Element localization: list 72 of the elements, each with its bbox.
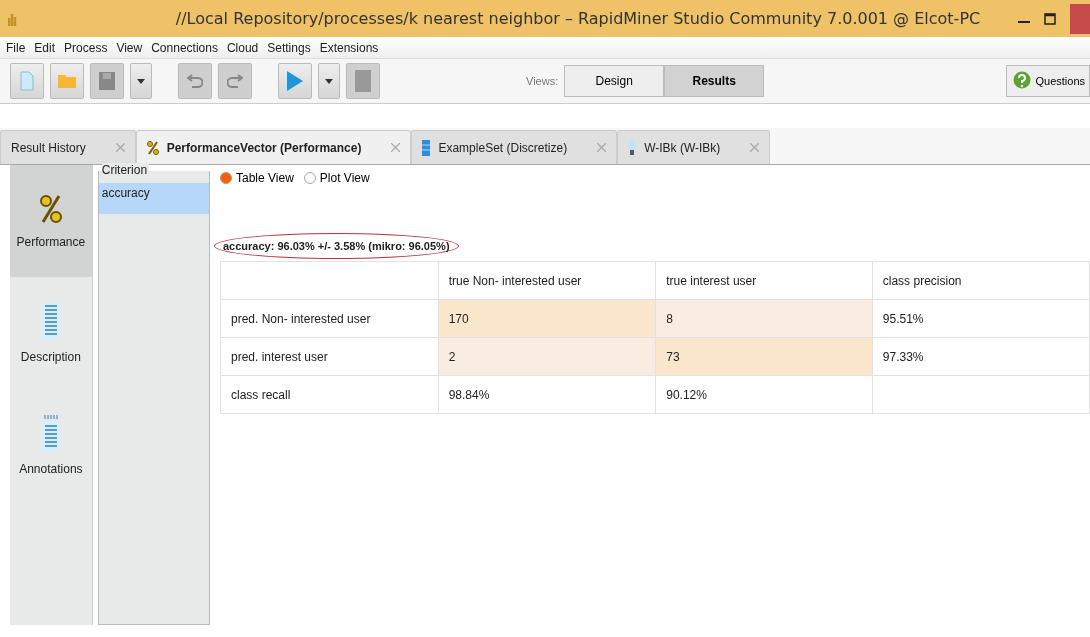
table-cell: 97.33% — [872, 337, 1090, 376]
radio-option[interactable]: Plot View — [303, 171, 370, 185]
close-button[interactable] — [1070, 3, 1090, 34]
tab[interactable]: PerformanceVector (Performance) — [135, 130, 412, 164]
window-title: //Local Repository/processes/k nearest neighbor – RapidMiner Studio Community 7.0.001 @ Elcot-PC — [174, 9, 982, 28]
tab[interactable]: Result History — [0, 130, 136, 164]
table-cell: 73 — [655, 337, 873, 376]
stop-icon — [355, 70, 371, 92]
table-cell: class recall — [220, 375, 439, 414]
column-header: true Non- interested user — [438, 261, 656, 300]
percent-icon — [146, 139, 159, 156]
run-button[interactable] — [278, 63, 312, 99]
percent-icon — [38, 193, 63, 225]
table-cell: 170 — [438, 299, 656, 338]
open-button[interactable] — [50, 63, 84, 99]
table-cell: 2 — [438, 337, 656, 376]
table-cell: pred. Non- interested user — [220, 299, 439, 338]
caret-icon — [137, 78, 145, 84]
list-item[interactable]: accuracy — [98, 183, 209, 214]
sidebar-item[interactable]: Annotations — [10, 389, 92, 501]
notes-icon — [40, 414, 61, 452]
document-icon — [40, 302, 61, 340]
save-button[interactable] — [90, 63, 124, 99]
undo-icon — [187, 74, 203, 88]
folder-icon — [57, 73, 77, 89]
question-icon — [1013, 71, 1032, 91]
menu-item[interactable]: Edit — [34, 40, 56, 55]
table-cell: 8 — [655, 299, 873, 338]
tab[interactable]: W-IBk (W-IBk) — [617, 130, 771, 164]
maximize-icon[interactable] — [1044, 12, 1056, 25]
help-button[interactable]: Questions — [1006, 65, 1090, 97]
view-tab[interactable]: Results — [664, 65, 765, 97]
play-icon — [287, 71, 303, 91]
menu-item[interactable]: Cloud — [226, 40, 259, 55]
tab[interactable]: ExampleSet (Discretize) — [411, 130, 618, 164]
menu-item[interactable]: Settings — [267, 40, 311, 55]
table-cell: 90.12% — [655, 375, 873, 414]
close-icon[interactable] — [391, 143, 401, 152]
redo-button[interactable] — [218, 63, 252, 99]
view-tab[interactable]: Design — [564, 65, 665, 97]
redo-icon — [227, 74, 243, 88]
menu-item[interactable]: View — [116, 40, 143, 55]
sidebar-item[interactable]: Description — [10, 277, 92, 389]
radio-icon[interactable] — [220, 172, 232, 184]
column-header: true interest user — [655, 261, 873, 300]
menu-item[interactable]: Extensions — [319, 40, 379, 55]
menu-item[interactable]: Process — [64, 40, 108, 55]
new-file-button[interactable] — [10, 63, 44, 99]
dropdown-button[interactable] — [318, 63, 340, 99]
lightbulb-icon — [628, 139, 637, 156]
panel-title: Criterion — [101, 163, 150, 177]
stop-button[interactable] — [346, 63, 380, 99]
views-label: Views: — [526, 75, 559, 87]
table-cell: 98.84% — [438, 375, 656, 414]
table-icon — [422, 139, 431, 156]
table-cell: pred. interest user — [220, 337, 439, 376]
menu-item[interactable]: File — [6, 40, 26, 55]
app-icon — [8, 11, 18, 26]
dropdown-button[interactable] — [130, 63, 152, 99]
close-icon[interactable] — [597, 143, 607, 152]
menu-item[interactable]: Connections — [151, 40, 218, 55]
close-icon[interactable] — [750, 143, 760, 152]
caret-icon — [325, 78, 333, 84]
undo-button[interactable] — [178, 63, 212, 99]
sidebar-item[interactable]: Performance — [10, 165, 92, 277]
radio-icon[interactable] — [303, 172, 316, 184]
column-header: class precision — [872, 261, 1090, 300]
floppy-icon — [99, 72, 115, 90]
file-icon — [20, 71, 34, 91]
close-icon[interactable] — [115, 143, 125, 152]
table-cell: 95.51% — [872, 299, 1090, 338]
radio-option[interactable]: Table View — [220, 171, 294, 185]
